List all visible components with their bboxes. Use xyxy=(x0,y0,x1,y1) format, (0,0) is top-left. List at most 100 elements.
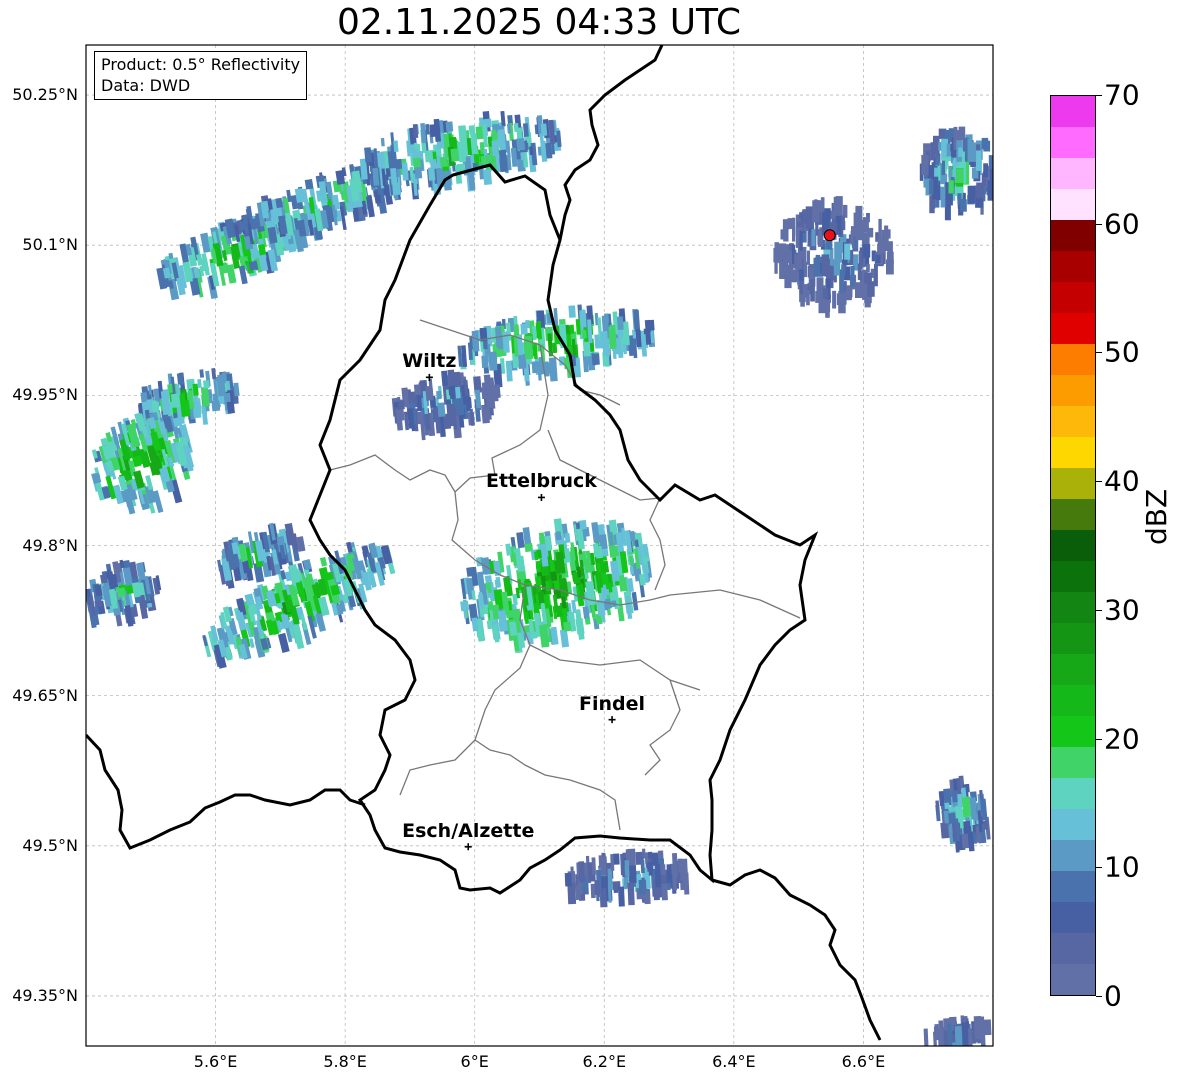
echo-pixel xyxy=(468,125,476,135)
product-info-box: Product: 0.5° Reflectivity Data: DWD xyxy=(94,51,308,100)
echo-pixel xyxy=(846,285,852,301)
colorbar-segment xyxy=(1051,747,1095,778)
radar-site-dot xyxy=(823,229,836,242)
echo-pixel xyxy=(799,230,803,251)
echo-pixel xyxy=(782,219,790,230)
echo-pixel xyxy=(610,854,615,871)
echo-pixel xyxy=(450,148,460,162)
echo-pixel xyxy=(640,859,645,874)
colorbar-segment xyxy=(1051,406,1095,437)
echo-pixel xyxy=(376,151,386,168)
echo-pixel xyxy=(624,860,630,877)
echo-pixel xyxy=(651,852,659,866)
echo-pixel xyxy=(946,143,951,157)
echo-pixel xyxy=(610,523,617,532)
echo-pixel xyxy=(436,390,442,400)
colorbar-segment xyxy=(1051,778,1095,809)
city-label-1: Ettelbruck xyxy=(485,470,597,493)
echo-pixel xyxy=(812,200,820,223)
echo-pixel xyxy=(448,385,456,396)
echo-pixel xyxy=(958,147,963,157)
echo-pixel xyxy=(936,185,941,201)
product-line: Product: 0.5° Reflectivity xyxy=(101,55,301,74)
echo-pixel xyxy=(600,331,609,349)
echo-pixel xyxy=(176,372,185,385)
echo-pixel xyxy=(806,290,810,306)
echo-pixel xyxy=(395,158,403,170)
lat-label-3: 49.8°N xyxy=(22,535,78,555)
radar-site-marker xyxy=(823,229,836,242)
echo-pixel xyxy=(832,290,837,309)
echo-pixel xyxy=(555,531,562,541)
colorbar-segment xyxy=(1051,840,1095,871)
echo-pixel xyxy=(517,353,527,369)
colorbar-segment xyxy=(1051,220,1095,251)
echo-pixel xyxy=(929,179,934,195)
echo-pixel xyxy=(857,263,862,281)
echo-pixel xyxy=(439,156,449,168)
echo-pixel xyxy=(564,872,572,887)
lat-label-2: 49.95°N xyxy=(12,385,78,405)
echo-pixel xyxy=(977,1025,982,1038)
colorbar-segment xyxy=(1051,344,1095,375)
echo-pixel xyxy=(923,178,929,188)
echo-pixel xyxy=(427,167,436,181)
colorbar-segment xyxy=(1051,251,1095,282)
lon-label-4: 6.4°E xyxy=(712,1052,756,1071)
echo-pixel xyxy=(878,218,882,241)
echo-pixel xyxy=(933,1026,940,1035)
colorbar-segment xyxy=(1051,809,1095,840)
echo-pixel xyxy=(956,168,964,183)
echo-pixel xyxy=(987,180,993,201)
lat-label-0: 50.25°N xyxy=(12,85,78,105)
echo-pixel xyxy=(481,355,489,368)
echo-pixel xyxy=(591,353,600,366)
colorbar-segment xyxy=(1051,592,1095,623)
colorbar-tickmark xyxy=(1096,738,1102,740)
echo-pixel xyxy=(601,888,607,904)
echo-pixel xyxy=(948,812,956,824)
echo-pixel xyxy=(627,882,635,906)
echo-pixel xyxy=(850,266,855,287)
echo-pixel xyxy=(563,621,572,632)
colorbar-segment xyxy=(1051,499,1095,530)
echo-pixel xyxy=(679,858,689,882)
echo-pixel xyxy=(822,288,829,299)
echo-pixel xyxy=(579,519,587,530)
colorbar-segment xyxy=(1051,685,1095,716)
echo-pixel xyxy=(591,857,597,875)
echo-pixel xyxy=(943,1031,949,1046)
colorbar-segment xyxy=(1051,96,1095,127)
colorbar-segment xyxy=(1051,716,1095,747)
colorbar-tick-4: 40 xyxy=(1104,464,1140,498)
echo-pixel xyxy=(844,243,851,260)
echo-pixel xyxy=(794,254,802,270)
echo-pixel xyxy=(886,259,894,275)
colorbar xyxy=(1050,95,1096,996)
echo-pixel xyxy=(930,142,935,161)
lat-label-4: 49.65°N xyxy=(12,685,78,705)
echo-pixel xyxy=(485,382,491,391)
echo-pixel xyxy=(513,123,519,133)
colorbar-segment xyxy=(1051,623,1095,654)
echo-pixel xyxy=(773,247,780,263)
colorbar-tickmark xyxy=(1096,481,1102,483)
echo-pixel xyxy=(414,166,423,179)
echo-pixel xyxy=(983,142,990,152)
colorbar-tick-1: 10 xyxy=(1104,850,1140,884)
colorbar-segment xyxy=(1051,375,1095,406)
echo-pixel xyxy=(921,154,929,176)
echo-pixel xyxy=(485,394,494,409)
colorbar-segment xyxy=(1051,437,1095,468)
echo-pixel xyxy=(455,386,461,399)
echo-pixel xyxy=(957,193,962,205)
lat-label-5: 49.5°N xyxy=(22,835,78,855)
echo-pixel xyxy=(672,852,678,878)
echo-pixel xyxy=(499,158,509,173)
colorbar-segment xyxy=(1051,964,1095,995)
echo-pixel xyxy=(170,393,181,408)
colorbar-segment xyxy=(1051,933,1095,964)
echo-pixel xyxy=(654,863,661,888)
echo-pixel xyxy=(948,180,954,194)
colorbar-segment xyxy=(1051,189,1095,220)
